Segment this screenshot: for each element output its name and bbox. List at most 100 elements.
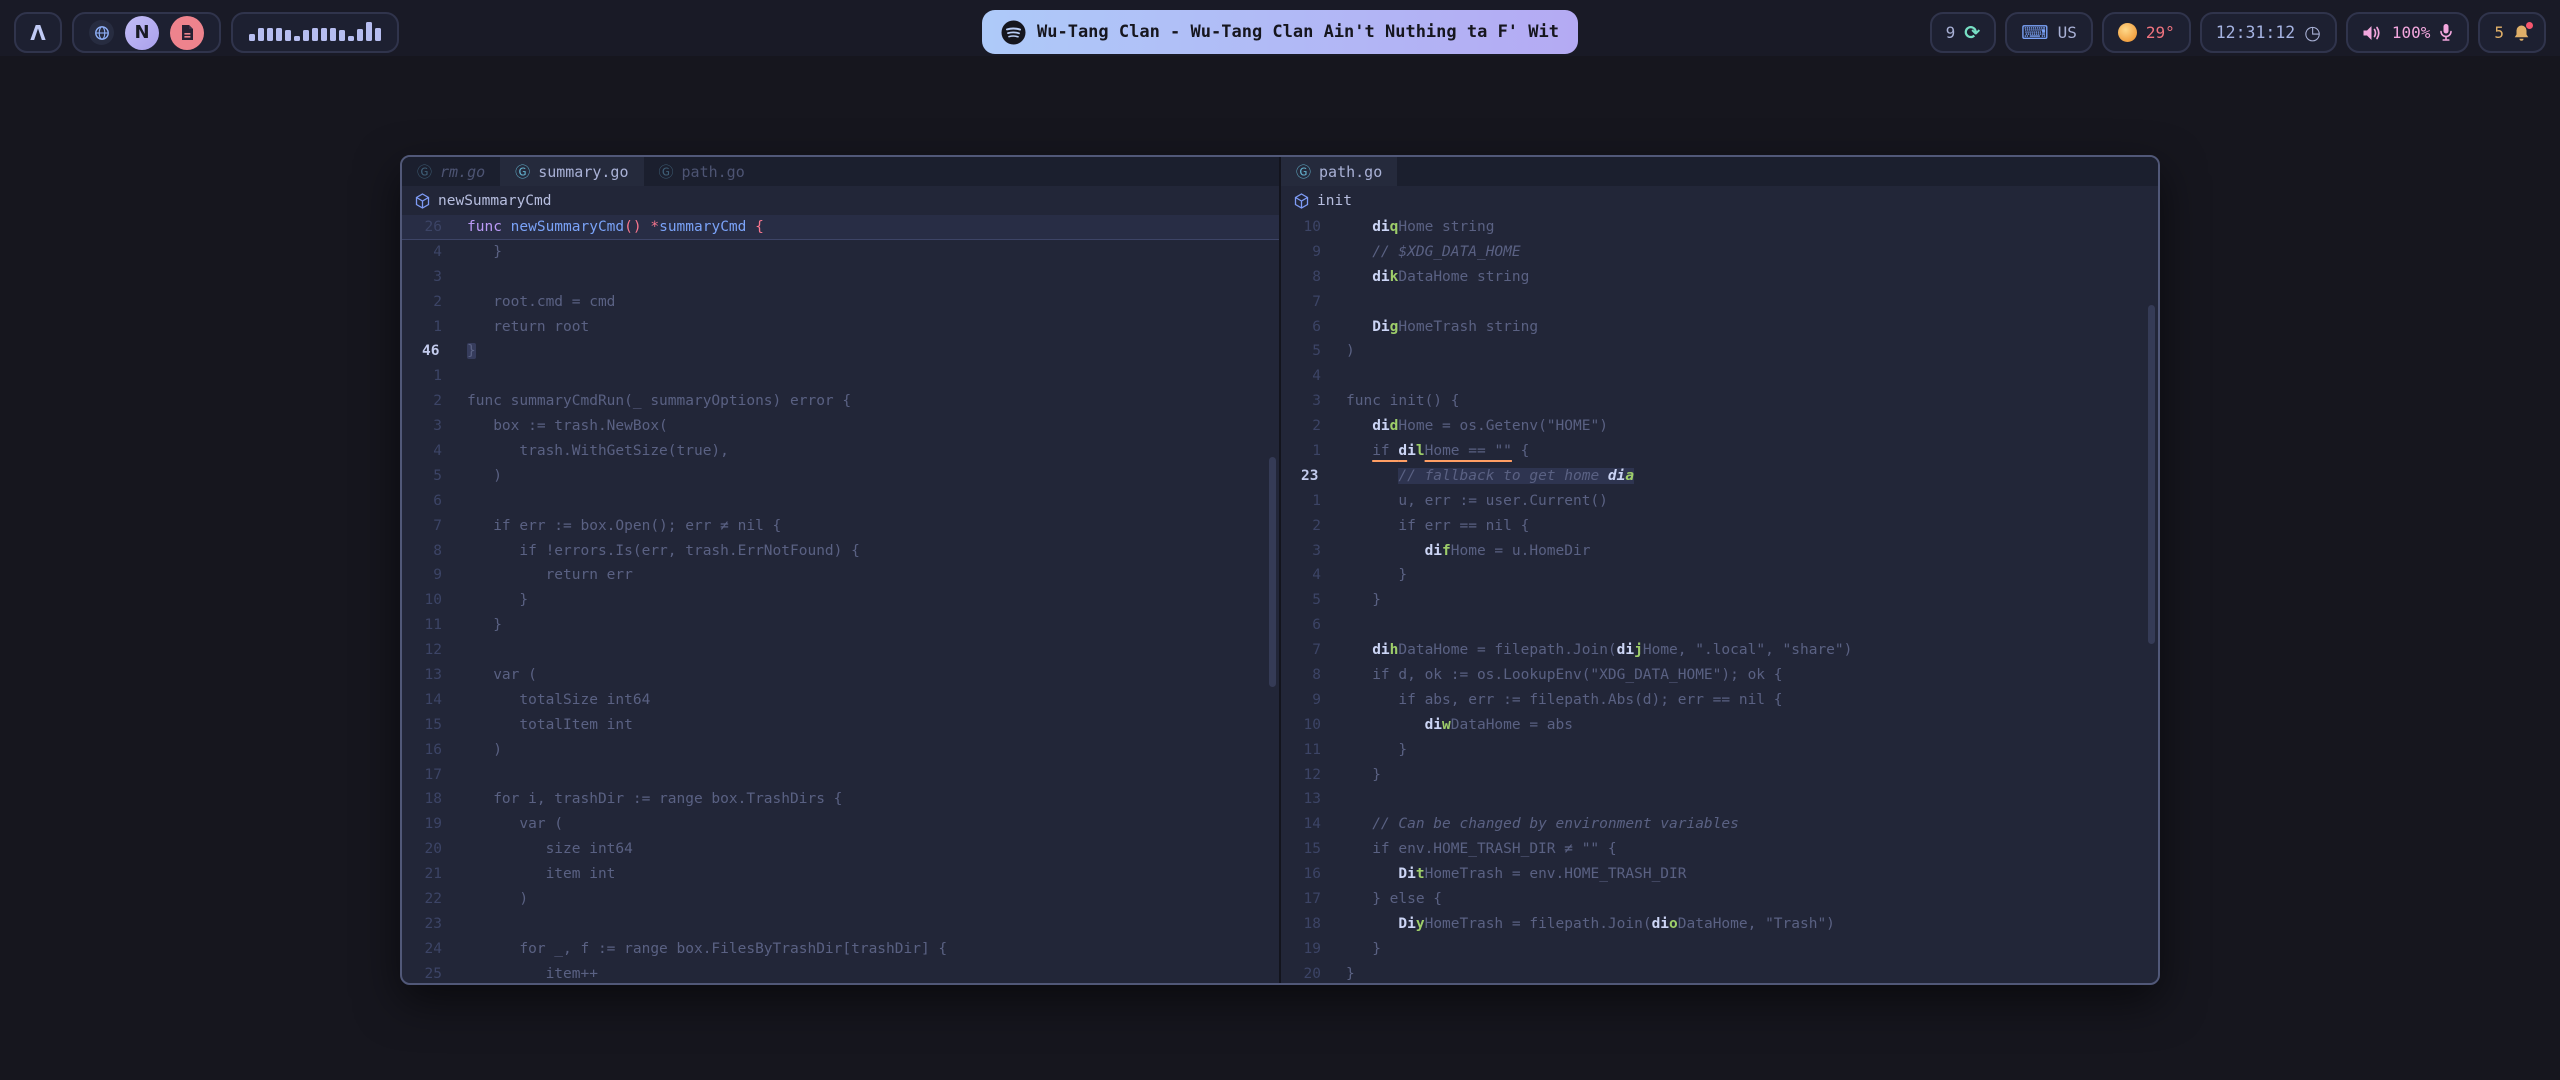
code-line[interactable]: 16 DitHomeTrash = env.HOME_TRASH_DIR [1281, 862, 2158, 887]
clock-module[interactable]: 12:31:12 ◷ [2200, 12, 2337, 53]
line-number: 14 [402, 688, 458, 713]
code-text: if abs, err := filepath.Abs(d); err == n… [1337, 688, 1783, 713]
line-number: 3 [1281, 389, 1337, 414]
code-line[interactable]: 20 size int64 [402, 837, 1279, 862]
code-line[interactable]: 8 dikDataHome string [1281, 265, 2158, 290]
code-line[interactable]: 22 ) [402, 887, 1279, 912]
now-playing-widget[interactable]: Wu-Tang Clan - Wu-Tang Clan Ain't Nuthin… [982, 10, 1578, 54]
code-line[interactable]: 19 var ( [402, 812, 1279, 837]
audio-visualizer[interactable] [231, 12, 399, 53]
tab-path-go[interactable]: Ⓖ path.go [644, 157, 760, 186]
code-line[interactable]: 7 if err := box.Open(); err ≠ nil { [402, 514, 1279, 539]
code-line[interactable]: 7 dihDataHome = filepath.Join(dijHome, "… [1281, 638, 2158, 663]
code-line[interactable]: 23 [402, 912, 1279, 937]
code-text: totalItem int [458, 713, 633, 738]
code-text: totalSize int64 [458, 688, 650, 713]
code-line[interactable]: 1 return root [402, 315, 1279, 340]
keyboard-layout-module[interactable]: ⌨ US [2005, 12, 2093, 53]
code-segment: totalSize int64 [467, 692, 650, 708]
code-segment: Di [1372, 319, 1389, 335]
code-line[interactable]: 5) [1281, 339, 2158, 364]
tab-label: path.go [1319, 163, 1382, 181]
context-line[interactable]: 26func newSummaryCmd() *summaryCmd { [402, 215, 1279, 240]
workspace-browser-button[interactable] [89, 20, 114, 45]
code-line[interactable]: 9 // $XDG_DATA_HOME [1281, 240, 2158, 265]
code-segment: Home, ".local", "share") [1643, 642, 1853, 658]
code-line[interactable]: 17 [402, 763, 1279, 788]
left-scrollbar-thumb[interactable] [1269, 457, 1276, 687]
launcher-button[interactable]: Λ [14, 12, 62, 53]
code-line[interactable]: 13 var ( [402, 663, 1279, 688]
code-line[interactable]: 1 [402, 364, 1279, 389]
code-line[interactable]: 5 ) [402, 464, 1279, 489]
tab-summary-go[interactable]: Ⓖ summary.go [500, 157, 643, 186]
code-line[interactable]: 5 } [1281, 588, 2158, 613]
code-line[interactable]: 10 diwDataHome = abs [1281, 713, 2158, 738]
audio-module[interactable]: 100% [2346, 12, 2470, 53]
code-line[interactable]: 1 if dilHome == "" { [1281, 439, 2158, 464]
code-line[interactable]: 3 difHome = u.HomeDir [1281, 539, 2158, 564]
code-line[interactable]: 15 if env.HOME_TRASH_DIR ≠ "" { [1281, 837, 2158, 862]
code-line[interactable]: 14 totalSize int64 [402, 688, 1279, 713]
code-line[interactable]: 21 item int [402, 862, 1279, 887]
code-line[interactable]: 23 // fallback to get home dia [1281, 464, 2158, 489]
code-line[interactable]: 25 item++ [402, 962, 1279, 983]
code-line[interactable]: 4 [1281, 364, 2158, 389]
code-line[interactable]: 20} [1281, 962, 2158, 983]
right-code-area[interactable]: 10 diqHome string9 // $XDG_DATA_HOME8 di… [1281, 215, 2158, 983]
code-line[interactable]: 12 } [1281, 763, 2158, 788]
code-line[interactable]: 6 DigHomeTrash string [1281, 315, 2158, 340]
left-code-area[interactable]: 26func newSummaryCmd() *summaryCmd {4 }3… [402, 215, 1279, 983]
code-line[interactable]: 17 } else { [1281, 887, 2158, 912]
code-line[interactable]: 10 } [402, 588, 1279, 613]
code-line[interactable]: 18 DiyHomeTrash = filepath.Join(dioDataH… [1281, 912, 2158, 937]
workspace-files-button[interactable] [170, 16, 204, 50]
code-line[interactable]: 13 [1281, 787, 2158, 812]
code-line[interactable]: 16 ) [402, 738, 1279, 763]
code-line[interactable]: 46} [402, 339, 1279, 364]
code-segment: a [1625, 468, 1634, 484]
code-line[interactable]: 14 // Can be changed by environment vari… [1281, 812, 2158, 837]
code-line[interactable]: 9 if abs, err := filepath.Abs(d); err ==… [1281, 688, 2158, 713]
code-line[interactable]: 6 [1281, 613, 2158, 638]
code-line[interactable]: 9 return err [402, 563, 1279, 588]
code-line[interactable]: 11 } [1281, 738, 2158, 763]
code-text: } [458, 339, 476, 364]
code-line[interactable]: 6 [402, 489, 1279, 514]
tab-rm-go[interactable]: Ⓖ rm.go [402, 157, 500, 186]
code-line[interactable]: 4 trash.WithGetSize(true), [402, 439, 1279, 464]
code-line[interactable]: 15 totalItem int [402, 713, 1279, 738]
code-line[interactable]: 18 for i, trashDir := range box.TrashDir… [402, 787, 1279, 812]
code-segment: root.cmd = cmd [467, 294, 615, 310]
code-line[interactable]: 11 } [402, 613, 1279, 638]
updates-module[interactable]: 9 ⟳ [1930, 12, 1997, 53]
code-line[interactable]: 1 u, err := user.Current() [1281, 489, 2158, 514]
code-text: if d, ok := os.LookupEnv("XDG_DATA_HOME"… [1337, 663, 1783, 688]
code-line[interactable]: 10 diqHome string [1281, 215, 2158, 240]
left-tabbar: Ⓖ rm.go Ⓖ summary.go Ⓖ path.go [402, 157, 1279, 186]
weather-module[interactable]: 29° [2102, 12, 2191, 53]
code-line[interactable]: 2 if err == nil { [1281, 514, 2158, 539]
code-line[interactable]: 8 if d, ok := os.LookupEnv("XDG_DATA_HOM… [1281, 663, 2158, 688]
code-line[interactable]: 2 didHome = os.Getenv("HOME") [1281, 414, 2158, 439]
code-line[interactable]: 2func summaryCmdRun(_ summaryOptions) er… [402, 389, 1279, 414]
code-line[interactable]: 3 box := trash.NewBox( [402, 414, 1279, 439]
tab-path-go-right[interactable]: Ⓖ path.go [1281, 157, 1397, 186]
right-scrollbar-thumb[interactable] [2148, 305, 2155, 644]
code-line[interactable]: 24 for _, f := range box.FilesByTrashDir… [402, 937, 1279, 962]
code-line[interactable]: 3func init() { [1281, 389, 2158, 414]
code-line[interactable]: 4 } [1281, 563, 2158, 588]
code-line[interactable]: 7 [1281, 290, 2158, 315]
code-segment: if abs, err := filepath.Abs(d); err == n… [1346, 692, 1783, 708]
code-line[interactable]: 2 root.cmd = cmd [402, 290, 1279, 315]
code-line[interactable]: 12 [402, 638, 1279, 663]
code-line[interactable]: 19 } [1281, 937, 2158, 962]
workspace-editor-button[interactable]: N [125, 16, 159, 50]
notifications-module[interactable]: 5 [2478, 12, 2546, 53]
cube-icon [1294, 193, 1309, 209]
code-line[interactable]: 8 if !errors.Is(err, trash.ErrNotFound) … [402, 539, 1279, 564]
code-line[interactable]: 4 } [402, 240, 1279, 265]
code-line[interactable]: 3 [402, 265, 1279, 290]
line-number: 15 [1281, 837, 1337, 862]
line-number: 1 [1281, 439, 1337, 464]
